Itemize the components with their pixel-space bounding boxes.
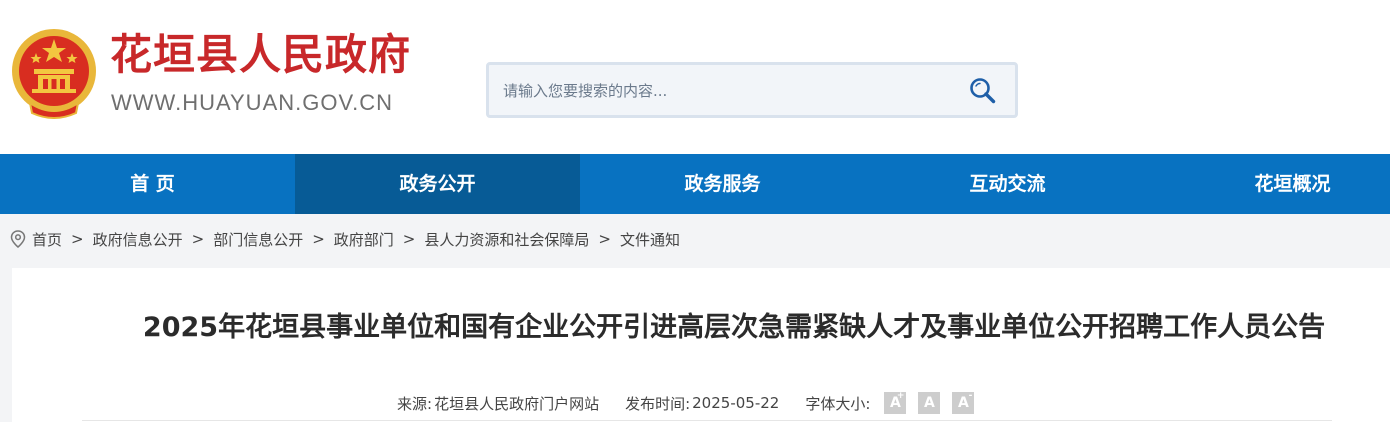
source-label: 来源: — [397, 394, 433, 413]
nav-item-overview[interactable]: 花垣概况 — [1150, 154, 1390, 214]
site-title[interactable]: 花垣县人民政府 — [110, 30, 411, 80]
site-domain: WWW.HUAYUAN.GOV.CN — [111, 90, 394, 115]
breadcrumb-separator: > — [312, 230, 325, 248]
breadcrumb-hr-bureau[interactable]: 县人力资源和社会保障局 — [424, 229, 589, 250]
date-value: 2025-05-22 — [692, 394, 780, 412]
font-size-increase-button[interactable]: A + — [884, 391, 907, 414]
breadcrumb-dept-info-open[interactable]: 部门信息公开 — [213, 229, 303, 250]
article-meta: 来源: 花垣县人民政府门户网站 发布时间: 2025-05-22 字体大小: A… — [397, 391, 975, 414]
breadcrumb: 首页 > 政府信息公开 > 部门信息公开 > 政府部门 > 县人力资源和社会保障… — [10, 216, 680, 262]
nav-item-interaction[interactable]: 互动交流 — [865, 154, 1150, 214]
breadcrumb-gov-info-open[interactable]: 政府信息公开 — [93, 229, 183, 250]
source-value: 花垣县人民政府门户网站 — [434, 394, 600, 413]
breadcrumb-home[interactable]: 首页 — [32, 229, 62, 250]
date-label: 发布时间: — [625, 394, 691, 413]
site-header: 花垣县人民政府 WWW.HUAYUAN.GOV.CN — [0, 0, 1390, 154]
font-size-default-button[interactable]: A — [918, 392, 941, 414]
nav-item-gov-services[interactable]: 政务服务 — [580, 154, 865, 214]
breadcrumb-gov-depts[interactable]: 政府部门 — [334, 229, 394, 250]
nav-item-home[interactable]: 首 页 — [10, 154, 295, 214]
font-size-decrease-button[interactable]: A- — [952, 391, 975, 414]
breadcrumb-file-notices[interactable]: 文件通知 — [620, 229, 680, 250]
national-emblem-icon[interactable] — [10, 27, 98, 119]
article-panel: 2025年花垣县事业单位和国有企业公开引进高层次急需紧缺人才及事业单位公开招聘工… — [12, 268, 1390, 422]
search-icon[interactable] — [969, 77, 997, 105]
font-size-label: 字体大小: — [805, 394, 871, 413]
nav-item-gov-affairs-open[interactable]: 政务公开 — [295, 154, 580, 214]
breadcrumb-separator: > — [191, 230, 205, 248]
location-pin-icon — [10, 230, 26, 248]
search-box — [486, 62, 1018, 118]
meta-divider — [82, 420, 1332, 421]
breadcrumb-separator: > — [598, 230, 611, 248]
search-input[interactable] — [501, 75, 945, 107]
article-title: 2025年花垣县事业单位和国有企业公开引进高层次急需紧缺人才及事业单位公开招聘工… — [142, 312, 1326, 343]
breadcrumb-separator: > — [71, 230, 84, 248]
breadcrumb-separator: > — [402, 230, 416, 248]
main-nav: 首 页 政务公开 政务服务 互动交流 花垣概况 — [0, 154, 1390, 214]
